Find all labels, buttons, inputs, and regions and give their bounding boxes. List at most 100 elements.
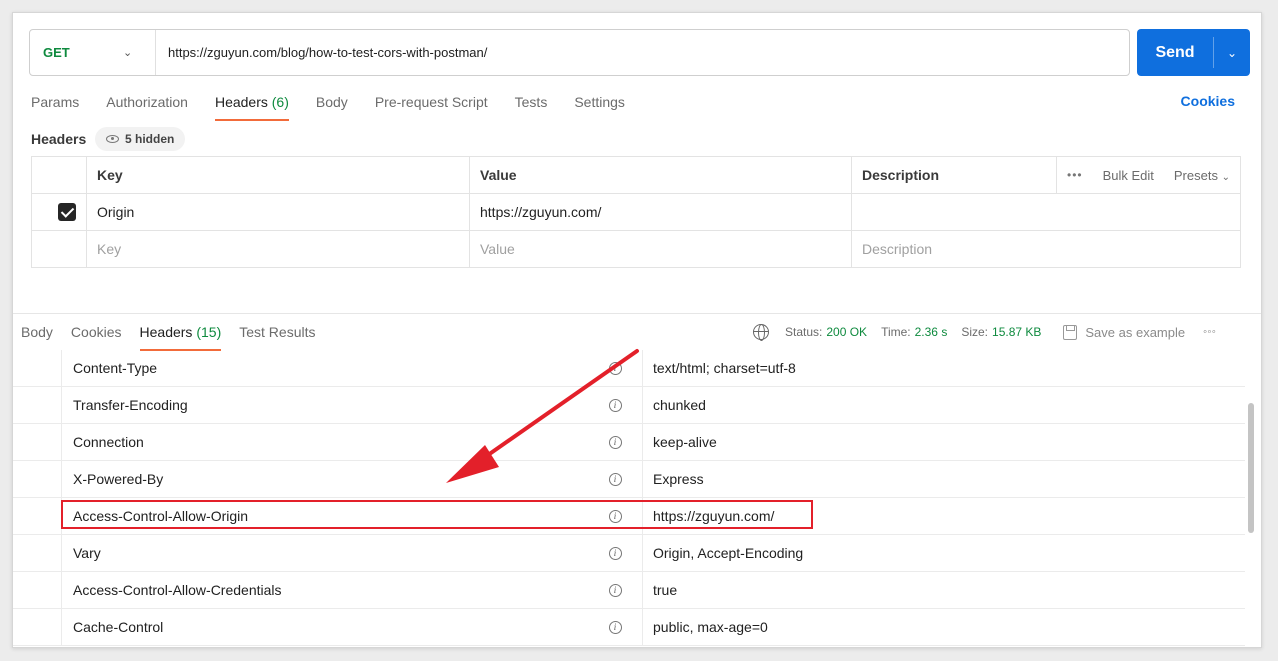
more-icon[interactable]: ◦◦◦ [1203, 326, 1216, 338]
size-label: Size: [961, 325, 989, 339]
tab-count: (15) [196, 324, 222, 340]
response-header-value: text/html; charset=utf-8 [653, 360, 796, 376]
hidden-headers-toggle[interactable]: 5 hidden [95, 127, 186, 151]
more-icon[interactable]: ••• [1067, 168, 1083, 182]
table-row: Connection i keep-alive [13, 424, 1245, 461]
response-header-key: X-Powered-By [73, 471, 164, 487]
tab-count: (6) [271, 94, 289, 110]
info-icon[interactable]: i [603, 583, 627, 597]
table-row: Access-Control-Allow-Credentials i true [13, 572, 1245, 609]
info-icon[interactable]: i [603, 361, 627, 375]
send-button[interactable]: Send ⌄ [1137, 29, 1250, 76]
status-value[interactable]: 200 OK [826, 325, 867, 339]
scrollbar-thumb[interactable] [1248, 403, 1254, 533]
row-gutter [13, 424, 62, 460]
response-header-value: keep-alive [653, 434, 717, 450]
response-status-bar: Status: 200 OK Time: 2.36 s Size: 15.87 … [753, 324, 1216, 341]
tab-authorization[interactable]: Authorization [106, 93, 188, 121]
column-separator [627, 387, 643, 423]
size-value[interactable]: 15.87 KB [992, 325, 1041, 339]
value-placeholder[interactable]: Value [469, 230, 852, 268]
response-header-value: Origin, Accept-Encoding [653, 545, 804, 561]
info-icon[interactable]: i [603, 435, 627, 449]
request-tabs: Params Authorization Headers (6) Body Pr… [31, 93, 652, 121]
key-column-header: Key [86, 156, 470, 194]
request-headers-table: Key Value Description ••• Bulk Edit Pres… [31, 156, 1241, 268]
column-separator [627, 461, 643, 497]
cookies-link[interactable]: Cookies [1181, 93, 1235, 109]
value-column-header: Value [469, 156, 852, 194]
key-placeholder[interactable]: Key [86, 230, 470, 268]
info-icon[interactable]: i [603, 509, 627, 523]
tab-response-cookies[interactable]: Cookies [71, 323, 122, 351]
table-row: Access-Control-Allow-Origin i https://zg… [13, 498, 1245, 535]
globe-icon[interactable] [753, 324, 769, 341]
send-label: Send [1155, 43, 1195, 61]
response-divider[interactable] [13, 313, 1261, 314]
headers-section-label: Headers [31, 131, 87, 147]
tab-test-results[interactable]: Test Results [239, 323, 315, 351]
response-header-value: public, max-age=0 [653, 619, 768, 635]
tab-response-headers[interactable]: Headers (15) [139, 323, 222, 351]
url-bar: GET ⌄ [29, 29, 1130, 76]
response-header-key: Transfer-Encoding [73, 397, 188, 413]
table-row: Origin https://zguyun.com/ [31, 193, 1241, 231]
row-gutter [13, 498, 62, 534]
row-checkbox[interactable] [58, 203, 76, 222]
row-gutter [13, 461, 62, 497]
header-key-cell[interactable]: Origin [86, 193, 470, 231]
response-header-value: Express [653, 471, 704, 487]
header-description-cell[interactable] [851, 193, 1241, 231]
tab-tests[interactable]: Tests [515, 93, 548, 121]
tab-label: Tests [514, 94, 548, 110]
tab-response-body[interactable]: Body [21, 323, 53, 351]
table-row: Vary i Origin, Accept-Encoding [13, 535, 1245, 572]
url-input[interactable] [156, 45, 1129, 60]
tab-label: Headers [139, 324, 193, 340]
row-gutter [13, 535, 62, 571]
tab-label: Authorization [106, 94, 188, 110]
chevron-down-icon: ⌄ [123, 47, 133, 59]
tab-label: Test Results [239, 324, 316, 340]
time-value[interactable]: 2.36 s [915, 325, 948, 339]
info-icon[interactable]: i [603, 398, 627, 412]
header-value-cell[interactable]: https://zguyun.com/ [469, 193, 852, 231]
column-separator [627, 350, 643, 386]
table-row: Cache-Control i public, max-age=0 [13, 609, 1245, 646]
tab-label: Params [31, 94, 80, 110]
row-checkbox-cell [31, 230, 87, 268]
response-header-key: Vary [73, 545, 101, 561]
chevron-down-icon[interactable]: ⌄ [1214, 29, 1250, 76]
response-header-key: Cache-Control [73, 619, 164, 635]
table-row: Content-Type i text/html; charset=utf-8 [13, 350, 1245, 387]
table-row: X-Powered-By i Express [13, 461, 1245, 498]
response-header-key: Content-Type [73, 360, 158, 376]
column-separator [627, 572, 643, 608]
info-icon[interactable]: i [603, 546, 627, 560]
tab-body[interactable]: Body [316, 93, 348, 121]
info-icon[interactable]: i [603, 620, 627, 634]
save-as-example-button[interactable]: Save as example [1063, 324, 1186, 340]
method-select[interactable]: GET ⌄ [30, 30, 156, 75]
description-column-header: Description [851, 156, 1057, 194]
description-placeholder[interactable]: Description [851, 230, 1241, 268]
save-icon [1063, 324, 1078, 340]
tab-label: Pre-request Script [374, 94, 488, 110]
response-header-value: chunked [653, 397, 706, 413]
tab-label: Cookies [70, 324, 122, 340]
tab-headers[interactable]: Headers (6) [214, 93, 289, 121]
tab-settings[interactable]: Settings [574, 93, 625, 121]
presets-dropdown[interactable]: Presets ⌄ [1174, 168, 1230, 183]
row-gutter [13, 572, 62, 608]
tab-pre-request-script[interactable]: Pre-request Script [375, 93, 488, 121]
checkbox-column-header [31, 156, 87, 194]
postman-window: GET ⌄ Send ⌄ Params Authorization Header… [12, 12, 1262, 648]
tab-label: Body [315, 94, 348, 110]
save-as-example-label: Save as example [1085, 324, 1186, 340]
response-header-key: Connection [73, 434, 144, 450]
tab-params[interactable]: Params [31, 93, 79, 121]
table-row: Transfer-Encoding i chunked [13, 387, 1245, 424]
status-label: Status: [785, 325, 823, 339]
bulk-edit-button[interactable]: Bulk Edit [1103, 168, 1154, 183]
info-icon[interactable]: i [603, 472, 627, 486]
